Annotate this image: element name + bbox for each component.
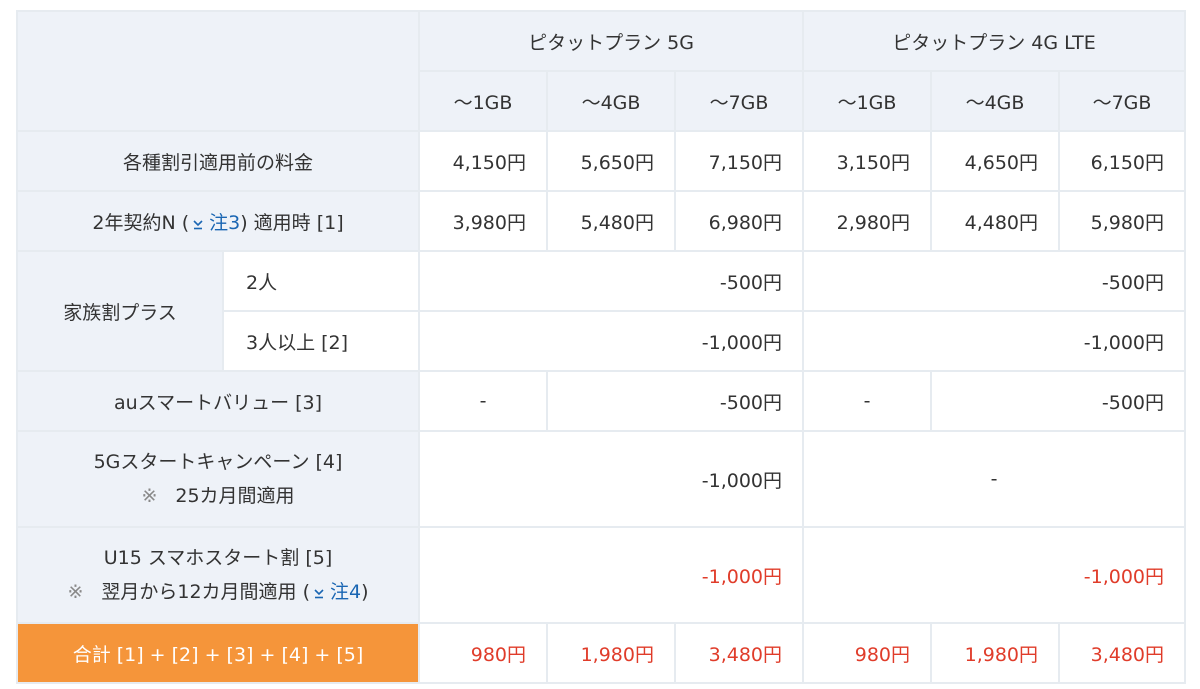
contract-5g-4gb: 5,480円 [546,190,676,252]
base-price-4g-1gb: 3,150円 [802,130,933,192]
header-row-plans: ピタットプラン 5G ピタットプラン 4G LTE [16,10,1187,132]
family-2-4g: -500円 [802,250,1187,312]
family-label: 家族割プラス [16,250,224,372]
tier-5g-7gb: 〜7GB [673,70,805,132]
note3-link[interactable]: 注3 [209,212,240,234]
contract-5g-7gb: 6,980円 [673,190,805,252]
row-smartvalue: auスマートバリュー [3] - -500円 - -500円 [16,370,1187,432]
row-family-2: 家族割プラス 2人 -500円 -500円 [16,250,1187,372]
contract-4g-1gb: 2,980円 [802,190,933,252]
note4-link[interactable]: 注4 [330,581,361,603]
smartvalue-5g-rest: -500円 [545,370,805,432]
contract-label-pre: 2年契約N ( [92,211,190,234]
campaign5g-label-line2-wrap: ※ 25カ月間適用 [26,479,410,513]
tier-4g-1gb: 〜1GB [802,70,933,132]
note-mark: ※ [67,581,84,603]
contract-4g-4gb: 4,480円 [930,190,1061,252]
base-price-5g-4gb: 5,650円 [546,130,676,192]
download-arrow-icon [193,219,203,229]
tier-5g-4gb: 〜4GB [546,70,676,132]
row-base-price: 各種割引適用前の料金 4,150円 5,650円 7,150円 3,150円 4… [16,130,1187,192]
contract-label-post: ) 適用時 [1] [240,211,344,234]
tier-4g-4gb: 〜4GB [930,70,1061,132]
row-u15: U15 スマホスタート割 [5] ※ 翌月から12カ月間適用 ( 注4) -1,00… [16,526,1187,624]
header-plan-5g: ピタットプラン 5G [417,10,805,72]
base-price-5g-1gb: 4,150円 [418,130,548,192]
base-price-5g-7gb: 7,150円 [673,130,805,192]
total-4g-7gb: 3,480円 [1058,622,1187,684]
u15-5g: -1,000円 [417,526,805,624]
smartvalue-4g-rest: -500円 [930,370,1187,432]
family-3-label: 3人以上 [2] [222,310,420,372]
family-2-label: 2人 [222,250,420,312]
family-3-5g: -1,000円 [417,310,805,372]
campaign5g-label-line1: 5Gスタートキャンペーン [4] [93,451,343,473]
row-contract: 2年契約N (注3) 適用時 [1] 3,980円 5,480円 6,980円 … [16,190,1187,252]
base-price-label: 各種割引適用前の料金 [16,130,420,192]
tier-5g-1gb: 〜1GB [418,70,548,132]
contract-4g-7gb: 5,980円 [1058,190,1187,252]
u15-label-line2-pre: 翌月から12カ月間適用 ( [101,581,311,603]
download-arrow-icon [314,589,324,599]
smartvalue-4g-1gb: - [802,370,933,432]
campaign5g-5g: -1,000円 [417,430,805,528]
u15-label-line2-post: ) [361,581,369,603]
tier-4g-7gb: 〜7GB [1058,70,1187,132]
total-4g-4gb: 1,980円 [930,622,1061,684]
campaign5g-label: 5Gスタートキャンペーン [4] ※ 25カ月間適用 [16,430,420,528]
total-5g-7gb: 3,480円 [673,622,805,684]
note-mark: ※ [141,485,158,507]
contract-label: 2年契約N ( 注3) 適用時 [1] [16,190,420,252]
u15-label-line1: U15 スマホスタート割 [5] [103,547,333,569]
u15-label: U15 スマホスタート割 [5] ※ 翌月から12カ月間適用 ( 注4) [16,526,420,624]
base-price-4g-4gb: 4,650円 [930,130,1061,192]
plan-price-table: ピタットプラン 5G ピタットプラン 4G LTE 〜1GB 〜4GB 〜7GB… [16,10,1187,684]
campaign5g-4g: - [802,430,1187,528]
row-campaign5g: 5Gスタートキャンペーン [4] ※ 25カ月間適用 -1,000円 - [16,430,1187,528]
smartvalue-label: auスマートバリュー [3] [16,370,420,432]
base-price-4g-7gb: 6,150円 [1058,130,1187,192]
smartvalue-5g-1gb: - [418,370,548,432]
contract-5g-1gb: 3,980円 [418,190,548,252]
total-5g-4gb: 1,980円 [546,622,676,684]
u15-4g: -1,000円 [802,526,1187,624]
total-4g-1gb: 980円 [802,622,933,684]
header-plan-4g: ピタットプラン 4G LTE [802,10,1187,72]
total-5g-1gb: 980円 [418,622,548,684]
row-total: 合計 [1] + [2] + [3] + [4] + [5] 980円 1,98… [16,622,1187,684]
plan-table-container: ピタットプラン 5G ピタットプラン 4G LTE 〜1GB 〜4GB 〜7GB… [16,10,1187,684]
total-label: 合計 [1] + [2] + [3] + [4] + [5] [16,622,420,684]
header-corner [16,10,420,132]
campaign5g-label-line2: 25カ月間適用 [175,485,295,507]
family-2-5g: -500円 [417,250,805,312]
u15-label-line2-wrap: ※ 翌月から12カ月間適用 ( 注4) [26,575,410,609]
family-3-4g: -1,000円 [802,310,1187,372]
